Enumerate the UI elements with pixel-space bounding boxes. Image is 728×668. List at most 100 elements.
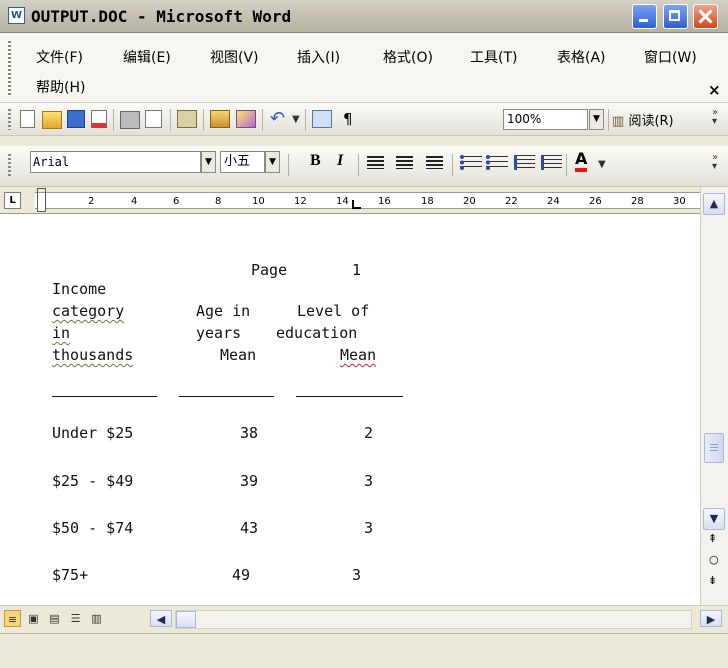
select-browse-object-icon[interactable]: ○	[709, 553, 719, 566]
align-center-icon[interactable]	[396, 156, 413, 169]
header-income: Income	[52, 280, 107, 298]
bullet-list-icon[interactable]	[486, 155, 508, 170]
menu-grip[interactable]	[8, 41, 11, 97]
row-income: $25 - $49	[52, 472, 134, 490]
undo-dropdown-icon[interactable]: ▼	[292, 114, 300, 125]
menu-window[interactable]: 窗口(W)	[644, 47, 697, 67]
separator	[113, 109, 114, 131]
separator	[608, 109, 609, 131]
menu-tools[interactable]: 工具(T)	[470, 47, 517, 67]
separator	[170, 109, 171, 131]
bold-button[interactable]: B	[310, 152, 321, 170]
separator	[452, 154, 453, 176]
menu-insert[interactable]: 插入(I)	[297, 47, 340, 67]
close-document-icon[interactable]: ×	[708, 81, 721, 99]
research-icon[interactable]	[177, 110, 197, 128]
toolbar-grip[interactable]	[8, 109, 11, 130]
toolbar-grip[interactable]	[8, 154, 11, 176]
permission-icon[interactable]	[91, 110, 107, 128]
menu-edit[interactable]: 编辑(E)	[123, 47, 171, 67]
reading-layout-icon[interactable]: ▥	[88, 610, 105, 627]
print-preview-icon[interactable]	[145, 110, 162, 128]
paste-icon[interactable]	[210, 110, 230, 128]
menu-help[interactable]: 帮助(H)	[36, 77, 85, 97]
toolbar-options-icon[interactable]: » ▾	[712, 153, 718, 172]
vertical-scroll-thumb[interactable]	[704, 433, 724, 463]
web-layout-icon[interactable]: ▣	[25, 610, 42, 627]
row-age: 49	[232, 566, 251, 584]
ruler-number: 22	[505, 196, 518, 207]
outline-view-icon[interactable]: ☰	[67, 610, 84, 627]
separator	[262, 109, 263, 131]
ruler-number: 28	[631, 196, 644, 207]
menu-file[interactable]: 文件(F)	[36, 47, 83, 67]
open-folder-icon[interactable]	[42, 111, 62, 129]
font-color-dropdown-icon[interactable]: ▼	[598, 159, 606, 170]
header-years: years	[196, 324, 242, 342]
font-color-button[interactable]: A	[575, 150, 588, 172]
menu-format[interactable]: 格式(O)	[383, 47, 433, 67]
scroll-up-icon[interactable]: ▲	[703, 193, 725, 215]
ruler-number: 30	[673, 196, 686, 207]
row-income: $50 - $74	[52, 519, 134, 537]
minimize-button[interactable]	[632, 4, 657, 29]
align-right-icon[interactable]	[426, 156, 443, 169]
decrease-indent-icon[interactable]	[514, 155, 535, 170]
format-painter-icon[interactable]	[236, 110, 256, 128]
ruler-number: 16	[378, 196, 391, 207]
row-education: 3	[352, 566, 362, 584]
maximize-button[interactable]	[663, 4, 688, 29]
table-insert-icon[interactable]	[312, 110, 332, 128]
formatting-toolbar: Arial ▼ 小五 ▼ B I A ▼ » ▾	[0, 146, 728, 187]
row-age: 38	[240, 424, 259, 442]
font-size-dropdown-icon[interactable]: ▼	[265, 151, 280, 173]
save-icon[interactable]	[67, 110, 85, 128]
ruler-number: 24	[547, 196, 560, 207]
column-underline	[179, 396, 274, 397]
new-document-icon[interactable]	[20, 110, 35, 128]
previous-page-icon[interactable]: ⇞	[708, 532, 717, 545]
scroll-right-icon[interactable]: ▶	[700, 610, 722, 627]
font-dropdown-icon[interactable]: ▼	[201, 151, 216, 173]
print-icon[interactable]	[120, 111, 140, 129]
header-age-in: Age in	[196, 302, 251, 320]
zoom-dropdown-icon[interactable]: ▼	[589, 109, 604, 130]
show-hide-formatting-icon[interactable]: ¶	[343, 110, 353, 128]
align-left-icon[interactable]	[367, 156, 384, 169]
increase-indent-icon[interactable]	[541, 155, 562, 170]
menu-view[interactable]: 视图(V)	[210, 47, 259, 67]
horizontal-scroll-thumb[interactable]	[176, 611, 196, 628]
scroll-left-icon[interactable]: ◀	[150, 610, 172, 627]
separator	[358, 154, 359, 176]
tab-stop-selector[interactable]: L	[4, 192, 21, 209]
close-button[interactable]	[693, 4, 718, 29]
document-page[interactable]: Page 1 Income category in thousands Age …	[0, 214, 700, 605]
standard-toolbar: ↶ ▼ ¶ 100% ▼ ▥ 阅读(R) » ▾	[0, 103, 728, 136]
scroll-down-icon[interactable]: ▼	[703, 508, 725, 530]
normal-view-icon[interactable]: ≡	[4, 610, 21, 627]
word-app-icon[interactable]: W	[8, 7, 25, 24]
separator	[305, 109, 306, 131]
tab-stop-marker[interactable]	[352, 200, 361, 209]
toolbar-options-icon[interactable]: » ▾	[712, 108, 718, 127]
italic-button[interactable]: I	[337, 152, 343, 170]
horizontal-scrollbar[interactable]	[175, 610, 692, 629]
menu-table[interactable]: 表格(A)	[557, 47, 606, 67]
row-education: 3	[364, 519, 374, 537]
print-layout-icon[interactable]: ▤	[46, 610, 63, 627]
undo-icon[interactable]: ↶	[270, 108, 285, 129]
numbered-list-icon[interactable]	[460, 155, 482, 170]
font-size-input[interactable]: 小五	[220, 151, 265, 173]
header-education-mean: Mean	[340, 346, 377, 364]
header-thousands: thousands	[52, 346, 134, 364]
font-name-input[interactable]: Arial	[30, 151, 201, 173]
header-education: education	[276, 324, 358, 342]
header-level-of: Level of	[297, 302, 370, 320]
next-page-icon[interactable]: ⇟	[708, 574, 717, 587]
zoom-input[interactable]: 100%	[503, 109, 588, 130]
page-label: Page	[251, 261, 288, 279]
page-number: 1	[352, 261, 362, 279]
reading-label: 阅读(R)	[628, 114, 674, 129]
reading-layout-button[interactable]: ▥ 阅读(R)	[612, 110, 674, 129]
indent-marker-icon[interactable]	[37, 188, 46, 212]
